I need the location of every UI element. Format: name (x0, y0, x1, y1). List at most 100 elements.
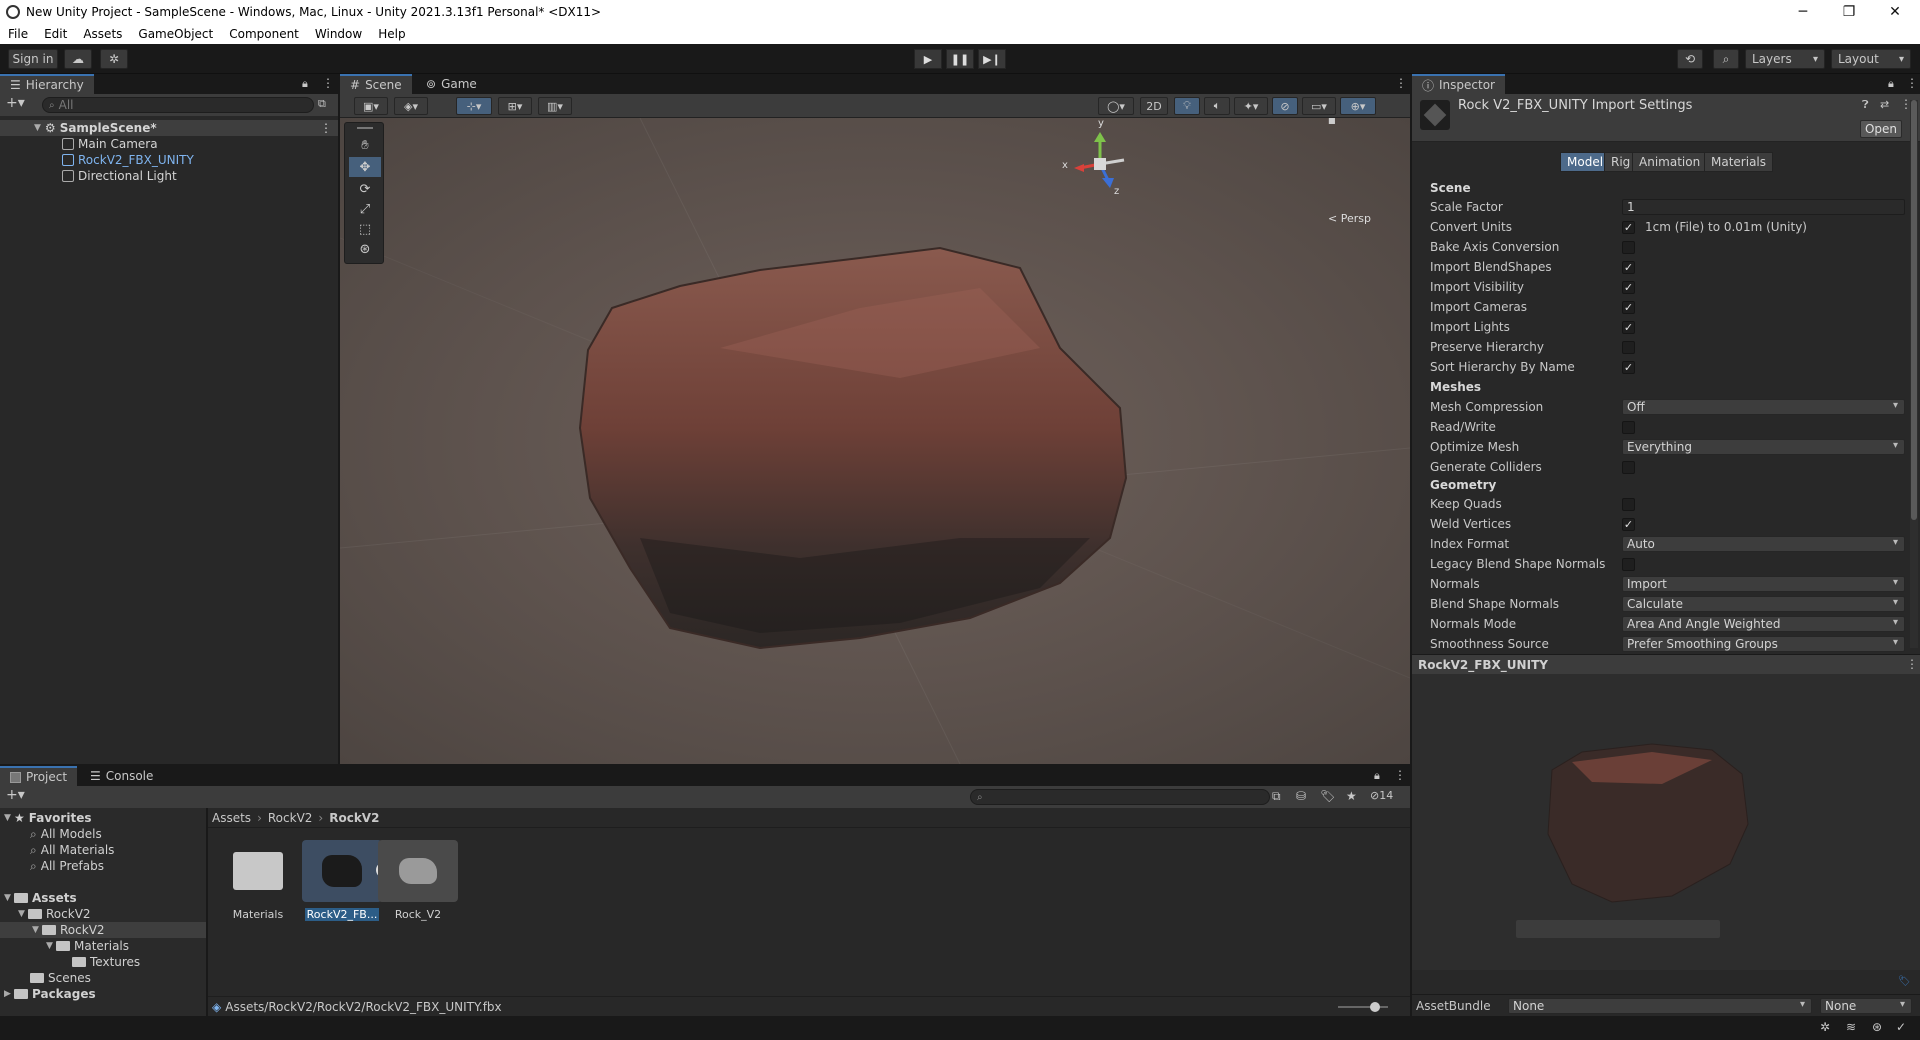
hierarchy-item-rock[interactable]: RockV2_FBX_UNITY (0, 152, 338, 168)
network-icon[interactable]: ⊛ (1872, 1020, 1882, 1034)
collab-icon[interactable]: ✲ (100, 49, 128, 69)
help-icon[interactable]: ❓︎ (1862, 98, 1869, 112)
hierarchy-item-directional-light[interactable]: Directional Light (0, 168, 338, 184)
tab-scene[interactable]: # Scene (340, 74, 412, 94)
tree-rockv2-sub[interactable]: ▼ RockV2 (0, 922, 206, 938)
orientation-gizmo[interactable]: y x z (1060, 118, 1140, 200)
normals-mode-dropdown[interactable]: Area And Angle Weighted (1622, 616, 1905, 632)
tag-icon[interactable]: 🏷︎ (1898, 976, 1912, 988)
gizmo-x-cone[interactable] (1074, 164, 1084, 172)
tree-textures[interactable]: Textures (72, 954, 140, 970)
sort-hierarchy-checkbox[interactable]: ✓ (1622, 360, 1635, 374)
gizmo-y-cone[interactable] (1094, 132, 1106, 142)
add-icon[interactable]: +▾ (6, 95, 25, 111)
favorite-icon[interactable]: ★ (1346, 789, 1357, 803)
transform-tool-icon[interactable]: ⊛ (349, 239, 381, 259)
breadcrumb-item[interactable]: RockV2 (329, 811, 379, 825)
kebab-menu-icon[interactable]: ⋮ (1906, 657, 1918, 671)
tab-console[interactable]: ☰ Console (80, 766, 163, 786)
lock-icon[interactable]: 🔒︎ (302, 77, 308, 91)
lock-icon[interactable]: 🔒︎ (1888, 77, 1894, 91)
bake-axis-checkbox[interactable] (1622, 240, 1635, 254)
preview-area[interactable] (1412, 674, 1920, 970)
close-icon[interactable]: ✕ (1872, 0, 1918, 24)
menu-edit[interactable]: Edit (36, 27, 75, 41)
inspector-scrollbar[interactable] (1910, 100, 1918, 648)
expand-arrow-icon[interactable]: ▼ (34, 123, 41, 133)
asset-rockv2-fbx[interactable]: ◀ RockV2_FB... (302, 840, 392, 921)
thumbnail-size-slider[interactable] (1338, 1006, 1388, 1008)
asset-rock-v2-mesh[interactable]: Rock_V2 (378, 840, 458, 921)
hidden-count-icon[interactable]: ⊘14 (1370, 789, 1393, 802)
preview-header[interactable]: RockV2_FBX_UNITY ⋮ (1412, 654, 1920, 674)
toggle-2d-button[interactable]: 2D (1140, 97, 1168, 115)
index-format-dropdown[interactable]: Auto (1622, 536, 1905, 552)
tab-animation[interactable]: Animation (1632, 152, 1708, 172)
kebab-menu-icon[interactable]: ⋮ (320, 121, 332, 135)
expand-arrow-icon[interactable]: ▶ (4, 989, 14, 999)
weld-vertices-checkbox[interactable]: ✓ (1622, 517, 1635, 531)
import-lights-checkbox[interactable]: ✓ (1622, 320, 1635, 334)
normals-dropdown[interactable]: Import (1622, 576, 1905, 592)
camera-icon[interactable]: ▭▾ (1302, 97, 1336, 115)
assets-row[interactable]: ▼ Assets (4, 890, 77, 906)
search-icon[interactable]: ⌕ (1713, 49, 1739, 69)
hierarchy-item-main-camera[interactable]: Main Camera (0, 136, 338, 152)
audio-icon[interactable]: 🔈︎ (1204, 97, 1230, 115)
lighting-icon[interactable]: 💡︎ (1174, 97, 1200, 115)
step-button[interactable]: ▶❙ (978, 49, 1006, 69)
keep-quads-checkbox[interactable] (1622, 497, 1635, 511)
play-button[interactable]: ▶ (914, 49, 942, 69)
add-icon[interactable]: +▾ (6, 787, 25, 803)
effects-icon[interactable]: ✦▾ (1234, 97, 1268, 115)
kebab-menu-icon[interactable]: ⋮ (1394, 768, 1406, 782)
shading-icon[interactable]: ◈▾ (394, 97, 428, 115)
tree-scenes[interactable]: Scenes (30, 970, 91, 986)
draw-mode-icon[interactable]: ▣▾ (354, 97, 388, 115)
menu-assets[interactable]: Assets (75, 27, 130, 41)
label-filter-icon[interactable]: 🏷︎ (1320, 789, 1335, 803)
persp-label[interactable]: < Persp (1328, 212, 1371, 225)
scale-factor-input[interactable]: 1 (1622, 199, 1905, 215)
scale-tool-icon[interactable]: ⤢ (349, 199, 381, 219)
gizmo-center[interactable] (1094, 158, 1106, 170)
pivot-icon[interactable]: ⊹▾ (456, 97, 492, 115)
packages-row[interactable]: ▶ Packages (4, 986, 96, 1002)
snap-icon[interactable]: ⊞▾ (498, 97, 532, 115)
preview-timeline[interactable] (1516, 920, 1720, 938)
asset-bundle-variant-dropdown[interactable]: None (1820, 998, 1912, 1014)
menu-gameobject[interactable]: GameObject (130, 27, 221, 41)
tab-inspector[interactable]: ⓘ Inspector (1412, 74, 1505, 94)
maximize-icon[interactable]: ❐ (1826, 0, 1872, 24)
preserve-hierarchy-checkbox[interactable] (1622, 340, 1635, 354)
tree-materials[interactable]: ▼ Materials (46, 938, 129, 954)
layout-dropdown[interactable]: Layout ▾ (1831, 49, 1911, 69)
hierarchy-search-input[interactable]: ⌕ All (42, 97, 314, 113)
slider-handle[interactable] (1370, 1002, 1380, 1012)
camera-orbit-icon[interactable]: ◯▾ (1098, 97, 1134, 115)
palette-handle[interactable] (357, 127, 373, 129)
fav-all-prefabs[interactable]: ⌕ All Prefabs (30, 858, 104, 874)
tab-materials[interactable]: Materials (1704, 152, 1774, 172)
layers-dropdown[interactable]: Layers ▾ (1745, 49, 1825, 69)
tab-game[interactable]: ⊚ Game (416, 74, 487, 94)
history-icon[interactable]: ⟲ (1677, 49, 1703, 69)
check-icon[interactable]: ✓ (1896, 1020, 1906, 1034)
project-search-input[interactable]: ⌕ (970, 789, 1270, 805)
breadcrumb-item[interactable]: Assets (212, 811, 251, 825)
asset-materials-folder[interactable]: Materials (218, 840, 298, 921)
hand-tool-icon[interactable]: ✋︎ (349, 135, 381, 155)
tab-model[interactable]: Model (1560, 152, 1611, 172)
optimize-mesh-dropdown[interactable]: Everything (1622, 439, 1905, 455)
tab-project[interactable]: Project (0, 766, 78, 786)
scene-viewport[interactable]: y x z ■ < Persp (340, 118, 1410, 764)
legacy-blend-checkbox[interactable] (1622, 557, 1635, 571)
expand-arrow-icon[interactable]: ▼ (4, 813, 14, 823)
scrollbar-thumb[interactable] (1911, 100, 1917, 520)
blend-normals-dropdown[interactable]: Calculate (1622, 596, 1905, 612)
expand-arrow-icon[interactable]: ▼ (32, 925, 42, 935)
rect-tool-icon[interactable]: ⬚ (349, 219, 381, 239)
breadcrumb-item[interactable]: RockV2 (268, 811, 313, 825)
cloud-icon[interactable]: ☁ (64, 49, 92, 69)
expand-arrow-icon[interactable]: ▼ (46, 941, 56, 951)
